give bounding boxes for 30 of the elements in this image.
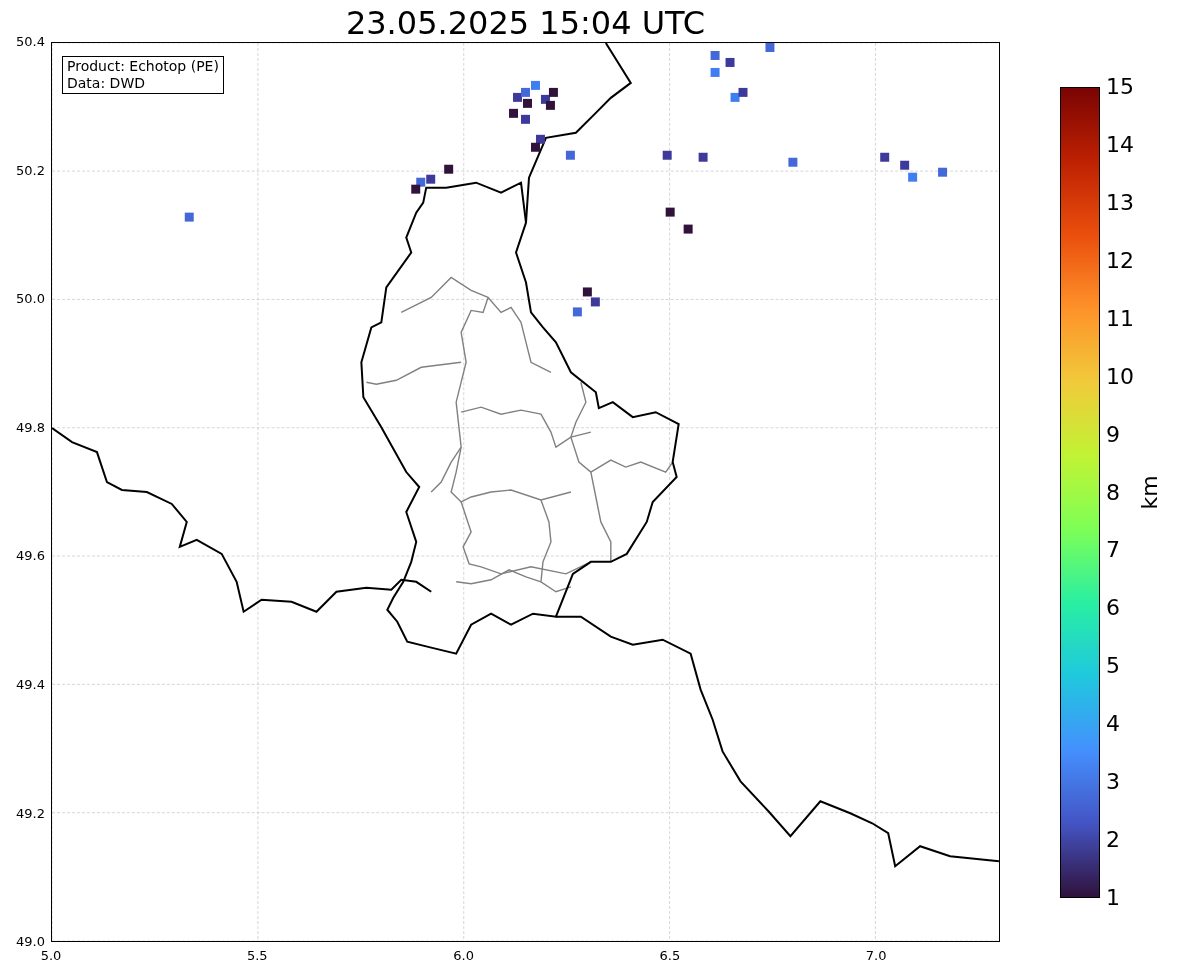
colorbar-tick-label: 1 <box>1106 885 1120 911</box>
x-tick-label: 6.5 <box>659 947 681 965</box>
legend-text: Data: DWD <box>67 75 146 92</box>
colorbar-tick-label: 14 <box>1106 131 1134 158</box>
x-tick-label: 5.5 <box>246 947 268 965</box>
colorbar-tick-label: 11 <box>1106 305 1134 332</box>
y-tick-label: 49.4 <box>16 677 45 693</box>
colorbar-label: km <box>1135 475 1163 510</box>
colorbar-tick-label: 8 <box>1106 479 1120 506</box>
colorbar-tick-label: 6 <box>1106 595 1120 622</box>
legend-text: Product: Echotop (PE) <box>67 58 219 75</box>
colorbar-tick-label: 4 <box>1106 711 1120 738</box>
y-tick-label: 50.4 <box>16 34 45 50</box>
y-tick-label: 50.0 <box>16 291 45 308</box>
y-tick-label: 49.6 <box>16 548 45 565</box>
colorbar-tick-label: 12 <box>1106 247 1134 274</box>
chart-title: 23.05.2025 15:04 UTC <box>345 4 706 42</box>
x-tick-label: 6.0 <box>453 947 474 965</box>
colorbar-tick-label: 10 <box>1106 363 1134 390</box>
colorbar-tick-label: 5 <box>1106 653 1120 680</box>
colorbar-tick-label: 15 <box>1106 74 1134 100</box>
x-tick-label: 7.0 <box>865 947 887 965</box>
y-tick-label: 49.2 <box>16 805 45 822</box>
colorbar-tick-label: 13 <box>1106 189 1134 216</box>
colorbar-tick-label: 2 <box>1106 827 1120 854</box>
colorbar-tick-label: 7 <box>1106 537 1120 564</box>
colorbar-tick-label: 3 <box>1106 769 1120 796</box>
y-tick-label: 50.2 <box>16 162 45 179</box>
y-tick-label: 49.8 <box>16 419 45 436</box>
colorbar-tick-label: 9 <box>1106 421 1120 448</box>
